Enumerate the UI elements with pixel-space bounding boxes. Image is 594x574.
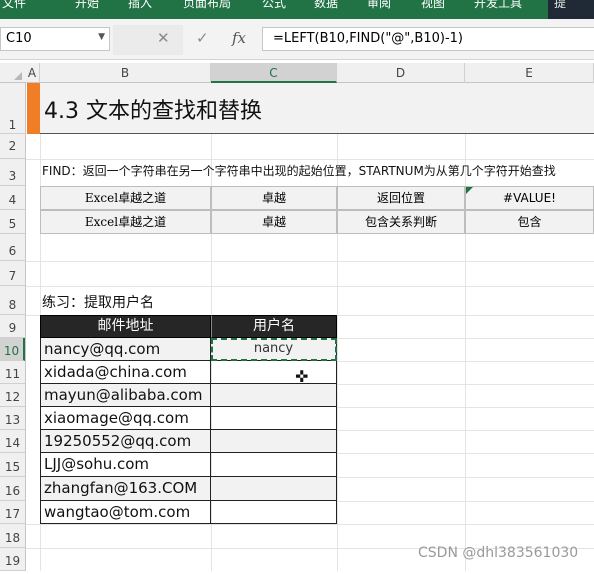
username-cell[interactable] bbox=[211, 430, 337, 453]
formula-bar: C10 ▼ ✕ ✓ fx =LEFT(B10,FIND("@",B10)-1) bbox=[0, 19, 594, 60]
table-header-username[interactable]: 用户名 bbox=[211, 315, 337, 338]
section-title-band: 4.3 文本的查找和替换 bbox=[27, 83, 594, 134]
row-header[interactable]: 7 bbox=[0, 261, 25, 286]
tab-developer[interactable]: 开发工具 bbox=[474, 0, 522, 11]
table-header-email[interactable]: 邮件地址 bbox=[40, 315, 211, 338]
row-header[interactable]: 9 bbox=[0, 315, 25, 338]
row-header[interactable]: 5 bbox=[0, 210, 25, 234]
name-box[interactable]: C10 ▼ bbox=[0, 27, 110, 51]
email-cell[interactable]: wangtao@tom.com bbox=[40, 501, 211, 524]
row-header-divider bbox=[25, 83, 26, 571]
column-header-e[interactable]: E bbox=[465, 63, 594, 83]
ribbon-tabs: 文件 开始 插入 页面布局 公式 数据 审阅 视图 开发工具 提 bbox=[0, 0, 594, 40]
column-headers: A B C D E bbox=[0, 63, 594, 83]
example-result-value: #VALUE! bbox=[503, 191, 556, 205]
section-title: 4.3 文本的查找和替换 bbox=[44, 99, 262, 124]
example-cell-result[interactable]: #VALUE! bbox=[465, 186, 594, 210]
column-header-b[interactable]: B bbox=[40, 63, 211, 83]
exercise-label: 练习：提取用户名 bbox=[42, 295, 154, 311]
title-accent-bar bbox=[27, 83, 40, 134]
row-header[interactable]: 4 bbox=[0, 186, 25, 210]
email-cell[interactable]: nancy@qq.com bbox=[40, 338, 211, 361]
row-header[interactable]: 3 bbox=[0, 159, 25, 186]
name-box-value: C10 bbox=[6, 31, 32, 46]
username-cell[interactable] bbox=[211, 501, 337, 524]
column-header-a[interactable]: A bbox=[25, 63, 40, 83]
row-header[interactable]: 18 bbox=[0, 524, 25, 548]
row-header[interactable]: 16 bbox=[0, 477, 25, 501]
username-cell[interactable] bbox=[211, 384, 337, 407]
tab-data[interactable]: 数据 bbox=[314, 0, 338, 11]
example-cell[interactable]: 卓越 bbox=[211, 210, 337, 234]
tab-page-layout[interactable]: 页面布局 bbox=[183, 0, 231, 11]
tab-insert[interactable]: 插入 bbox=[128, 0, 152, 11]
cell-select-cursor-icon: ✜ bbox=[295, 367, 309, 386]
row-header[interactable]: 6 bbox=[0, 234, 25, 261]
row-header[interactable]: 2 bbox=[0, 134, 25, 159]
tab-view[interactable]: 视图 bbox=[421, 0, 445, 11]
row-header[interactable]: 12 bbox=[0, 384, 25, 407]
cancel-icon[interactable]: ✕ bbox=[157, 29, 170, 47]
example-cell[interactable]: Excel卓越之道 bbox=[40, 186, 211, 210]
row-header[interactable]: 14 bbox=[0, 430, 25, 453]
csdn-watermark: CSDN @dhl383561030 bbox=[418, 545, 579, 561]
enter-icon[interactable]: ✓ bbox=[196, 29, 209, 47]
email-cell[interactable]: zhangfan@163.COM bbox=[40, 477, 211, 501]
tab-addins[interactable]: 提 bbox=[554, 0, 566, 11]
formula-input[interactable]: =LEFT(B10,FIND("@",B10)-1) bbox=[262, 27, 594, 51]
tab-formulas[interactable]: 公式 bbox=[262, 0, 286, 11]
row-header[interactable]: 8 bbox=[0, 286, 25, 315]
example-cell[interactable]: 包含关系判断 bbox=[337, 210, 465, 234]
row-header[interactable]: 19 bbox=[0, 548, 25, 571]
column-header-d[interactable]: D bbox=[337, 63, 465, 83]
example-cell[interactable]: 返回位置 bbox=[337, 186, 465, 210]
column-header-c[interactable]: C bbox=[211, 63, 337, 83]
tab-review[interactable]: 审阅 bbox=[367, 0, 391, 11]
row-header[interactable]: 15 bbox=[0, 453, 25, 477]
example-cell[interactable]: Excel卓越之道 bbox=[40, 210, 211, 234]
chevron-down-icon[interactable]: ▼ bbox=[98, 32, 105, 42]
row-header[interactable]: 17 bbox=[0, 501, 25, 524]
username-cell[interactable] bbox=[211, 361, 337, 384]
row-header[interactable]: 11 bbox=[0, 361, 25, 384]
username-cell[interactable] bbox=[211, 453, 337, 477]
username-cell[interactable] bbox=[211, 407, 337, 430]
logo-watermark bbox=[113, 25, 183, 55]
active-cell-copy-marquee[interactable] bbox=[211, 338, 337, 361]
example-cell[interactable]: 卓越 bbox=[211, 186, 337, 210]
email-cell[interactable]: xidada@china.com bbox=[40, 361, 211, 384]
email-cell[interactable]: LJJ@sohu.com bbox=[40, 453, 211, 477]
find-description: FIND：返回一个字符串在另一个字符串中出现的起始位置，STARTNUM为从第几… bbox=[42, 164, 556, 178]
insert-function-icon[interactable]: fx bbox=[232, 29, 246, 47]
example-cell[interactable]: 包含 bbox=[465, 210, 594, 234]
row-header[interactable]: 13 bbox=[0, 407, 25, 430]
select-all-button[interactable] bbox=[0, 63, 25, 83]
tab-home[interactable]: 开始 bbox=[75, 0, 99, 11]
username-cell[interactable] bbox=[211, 477, 337, 501]
row-header[interactable]: 1 bbox=[0, 83, 25, 134]
error-indicator-icon bbox=[466, 187, 473, 194]
row-header[interactable]: 10 bbox=[0, 338, 25, 361]
tab-file[interactable]: 文件 bbox=[2, 0, 26, 11]
email-cell[interactable]: 19250552@qq.com bbox=[40, 430, 211, 453]
email-cell[interactable]: xiaomage@qq.com bbox=[40, 407, 211, 430]
email-cell[interactable]: mayun@alibaba.com bbox=[40, 384, 211, 407]
